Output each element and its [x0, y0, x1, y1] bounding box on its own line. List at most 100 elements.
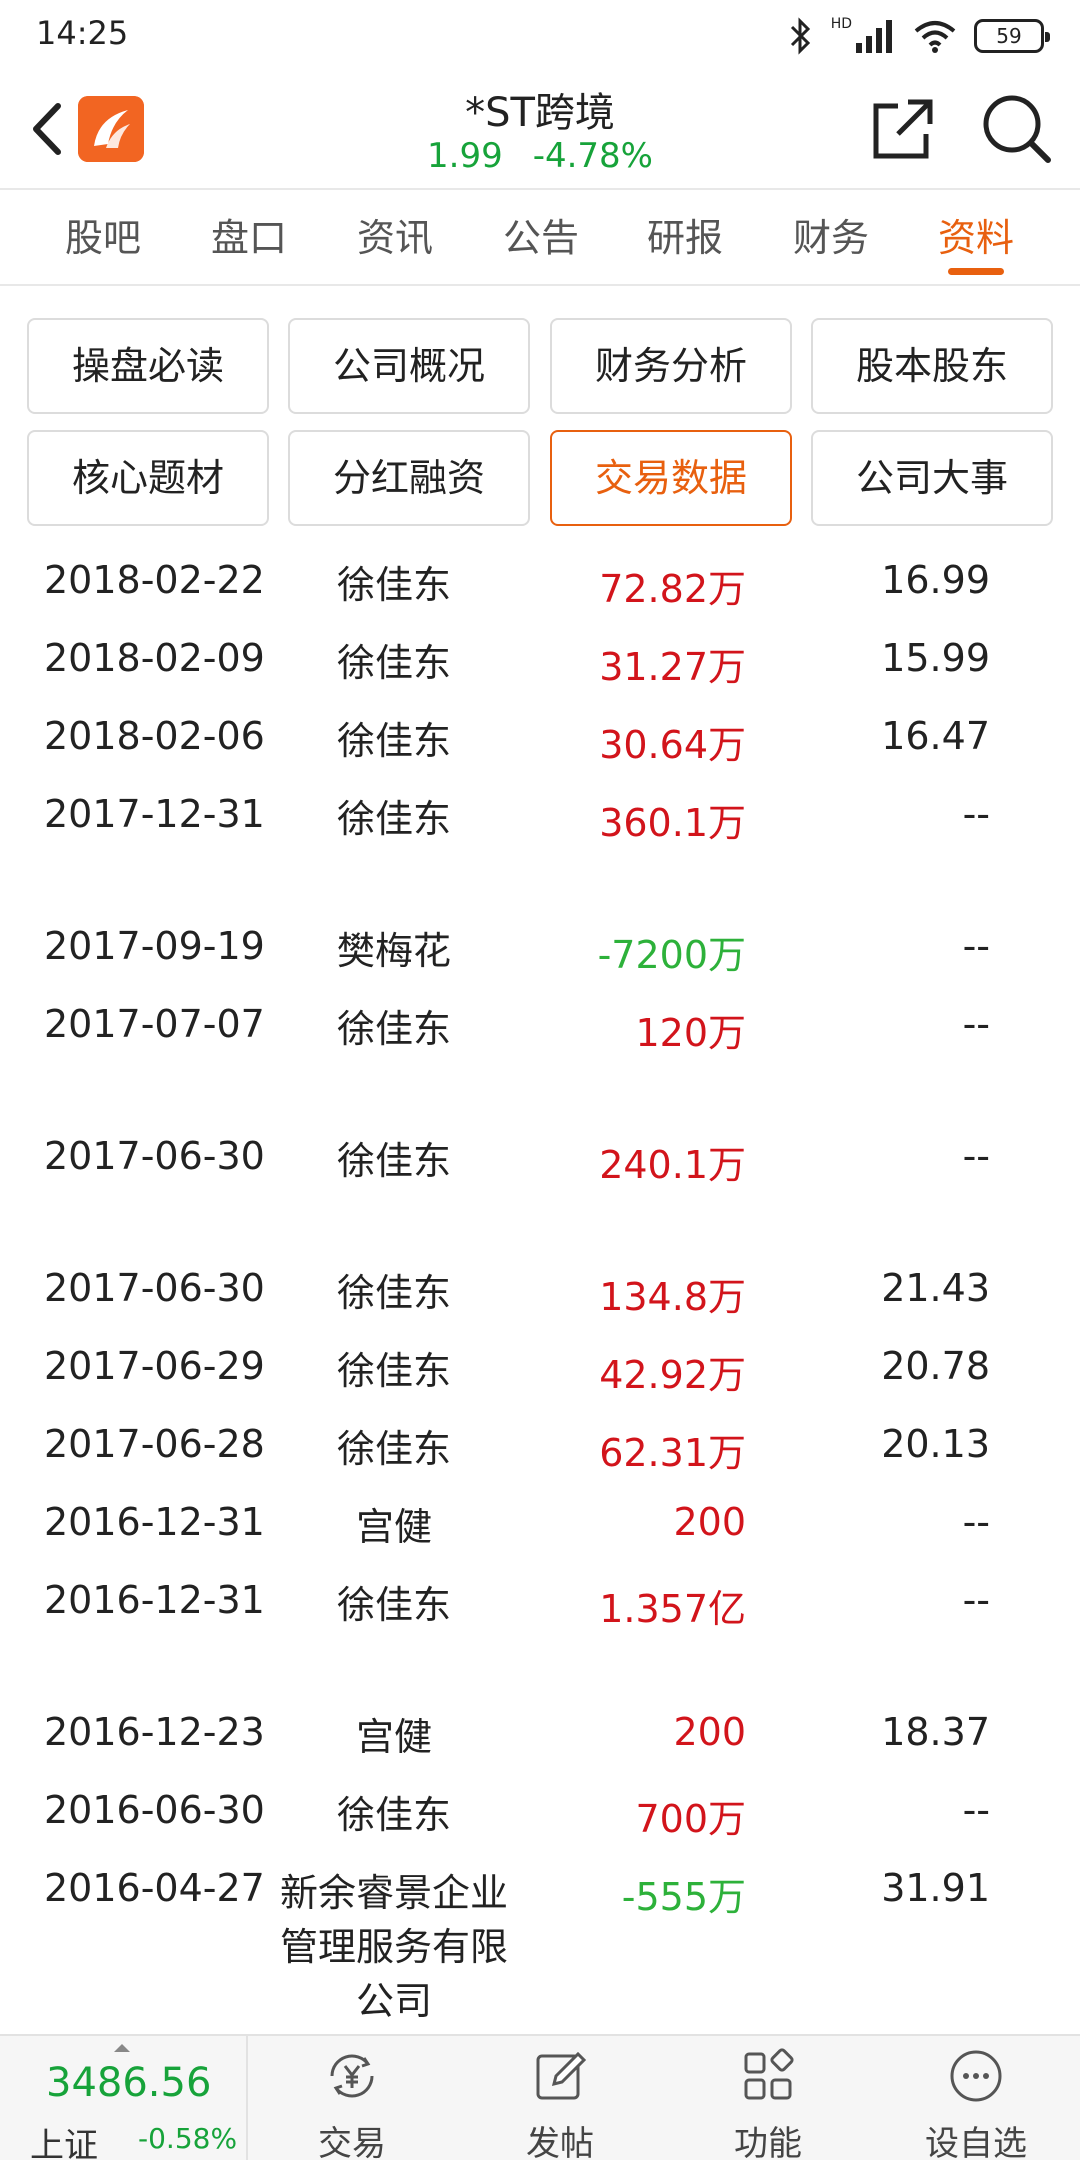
- row-holder-name: 徐佳东: [336, 563, 451, 607]
- row-price: --: [962, 1578, 990, 1622]
- section-financial-analysis[interactable]: 财务分析: [550, 318, 792, 414]
- active-tab-indicator: [948, 268, 1004, 275]
- row-date: 2018-02-09: [44, 636, 265, 680]
- index-change: -0.58%: [138, 2122, 238, 2155]
- status-icons: HD 59: [789, 14, 1050, 58]
- row-date: 2017-07-07: [44, 1002, 265, 1046]
- row-price: 31.91: [881, 1866, 990, 1910]
- row-date: 2016-12-23: [44, 1710, 265, 1754]
- row-amount: -7200万: [597, 933, 746, 977]
- row-holder-name: 宫健: [355, 1505, 432, 1549]
- section-company-events[interactable]: 公司大事: [811, 430, 1053, 526]
- yen-trade-icon: [330, 2054, 374, 2098]
- nav-trade[interactable]: 交易: [252, 2036, 452, 2160]
- row-holder-name: 徐佳东: [336, 1793, 451, 1837]
- nav-add-watchlist[interactable]: 设自选: [876, 2036, 1076, 2160]
- tab-pankou[interactable]: 盘口: [176, 190, 322, 286]
- nav-label: 设自选: [925, 2124, 1027, 2160]
- wifi-icon: [914, 21, 956, 53]
- row-price: 16.99: [881, 558, 990, 602]
- row-date: 2017-09-19: [44, 924, 265, 968]
- tab-research[interactable]: 研报: [612, 190, 758, 286]
- row-date: 2016-06-30: [44, 1788, 265, 1832]
- more-dots-icon: [950, 2050, 1002, 2102]
- row-date: 2017-06-30: [44, 1134, 265, 1178]
- nav-label: 功能: [734, 2124, 802, 2160]
- caret-up-icon: [114, 2044, 130, 2052]
- network-hd-label: HD: [830, 16, 852, 32]
- row-amount: 30.64万: [599, 723, 746, 767]
- main-tabs: 股吧 盘口 资讯 公告 研报 财务 资料: [0, 190, 1080, 286]
- row-price: 16.47: [881, 714, 990, 758]
- row-amount: 360.1万: [599, 801, 746, 845]
- row-holder-name: 徐佳东: [336, 1007, 451, 1051]
- row-date: 2018-02-22: [44, 558, 265, 602]
- row-holder-name: 徐佳东: [336, 1427, 451, 1471]
- tab-news[interactable]: 资讯: [322, 190, 468, 286]
- row-amount: 240.1万: [599, 1143, 746, 1187]
- row-price: --: [962, 924, 990, 968]
- bluetooth-icon: [790, 17, 810, 55]
- row-holder-name: 新余睿景企业管理服务有限公司: [279, 1871, 508, 2023]
- nav-label: 交易: [318, 2124, 386, 2160]
- row-holder-name: 徐佳东: [336, 641, 451, 685]
- row-date: 2016-12-31: [44, 1578, 265, 1622]
- row-date: 2017-06-28: [44, 1422, 265, 1466]
- row-date: 2018-02-06: [44, 714, 265, 758]
- battery-icon: 59: [974, 19, 1050, 53]
- section-shareholders[interactable]: 股本股东: [811, 318, 1053, 414]
- row-price: --: [962, 1002, 990, 1046]
- battery-level: 59: [996, 24, 1022, 48]
- row-amount: 120万: [635, 1011, 746, 1055]
- edit-post-icon: [536, 2051, 587, 2100]
- section-trading-guide[interactable]: 操盘必读: [27, 318, 269, 414]
- row-holder-name: 徐佳东: [336, 1139, 451, 1183]
- row-price: --: [962, 1788, 990, 1832]
- row-date: 2016-04-27: [44, 1866, 265, 1910]
- row-holder-name: 徐佳东: [336, 1583, 451, 1627]
- section-trade-data[interactable]: 交易数据: [550, 430, 792, 526]
- section-dividends[interactable]: 分红融资: [288, 430, 530, 526]
- row-amount: -555万: [621, 1875, 746, 1919]
- row-price: --: [962, 1500, 990, 1544]
- nav-post[interactable]: 发帖: [460, 2036, 660, 2160]
- row-amount: 72.82万: [599, 567, 746, 611]
- section-core-themes[interactable]: 核心题材: [27, 430, 269, 526]
- market-index-widget[interactable]: 3486.56 上证 -0.58%: [0, 2036, 248, 2160]
- stock-change-pct: -4.78%: [532, 136, 653, 176]
- row-price: --: [962, 1134, 990, 1178]
- row-holder-name: 徐佳东: [336, 797, 451, 841]
- index-value: 3486.56: [46, 2060, 212, 2106]
- stock-header: *ST跨境 1.99 -4.78%: [0, 72, 1080, 190]
- row-date: 2017-06-29: [44, 1344, 265, 1388]
- row-holder-name: 樊梅花: [336, 929, 451, 973]
- tab-announcements[interactable]: 公告: [468, 190, 614, 286]
- status-bar: 14:25 HD 59: [0, 0, 1080, 72]
- tab-finance[interactable]: 财务: [758, 190, 904, 286]
- search-icon[interactable]: [980, 92, 1054, 166]
- signal-icon: [856, 20, 892, 53]
- row-price: --: [962, 792, 990, 836]
- nav-label: 发帖: [526, 2124, 594, 2160]
- row-date: 2017-12-31: [44, 792, 265, 836]
- row-amount: 62.31万: [599, 1431, 746, 1475]
- row-price: 20.78: [881, 1344, 990, 1388]
- bottom-nav-bar: 3486.56 上证 -0.58% 交易 发帖 功能 设自选: [0, 2034, 1080, 2160]
- row-amount: 700万: [635, 1797, 746, 1841]
- row-amount: 31.27万: [599, 645, 746, 689]
- tab-guba[interactable]: 股吧: [30, 190, 176, 286]
- status-time: 14:25: [36, 14, 129, 52]
- row-holder-name: 徐佳东: [336, 1349, 451, 1393]
- grid-function-icon: [744, 2048, 794, 2100]
- row-price: 18.37: [881, 1710, 990, 1754]
- nav-functions[interactable]: 功能: [668, 2036, 868, 2160]
- section-company-overview[interactable]: 公司概况: [288, 318, 530, 414]
- row-holder-name: 宫健: [355, 1715, 432, 1759]
- row-amount: 42.92万: [599, 1353, 746, 1397]
- row-date: 2016-12-31: [44, 1500, 265, 1544]
- row-price: 20.13: [881, 1422, 990, 1466]
- row-holder-name: 徐佳东: [336, 719, 451, 763]
- share-icon[interactable]: [868, 94, 938, 164]
- row-holder-name: 徐佳东: [336, 1271, 451, 1315]
- row-amount: 200: [673, 1500, 746, 1544]
